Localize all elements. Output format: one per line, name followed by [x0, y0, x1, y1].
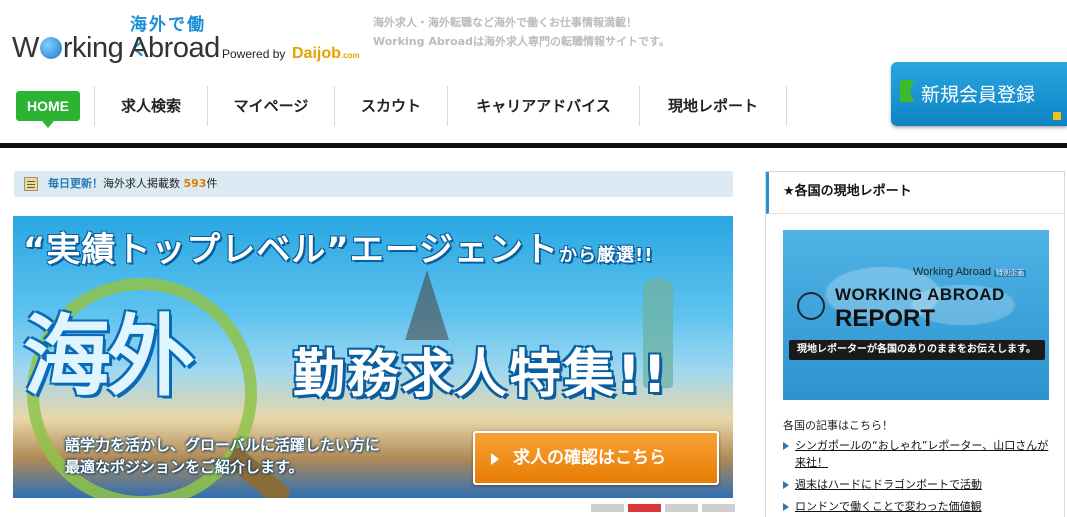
nav-career-advice[interactable]: キャリアアドバイス — [448, 86, 640, 126]
bullet-arrow-icon — [783, 481, 789, 489]
banner-headline: “実績トップレベル”エージェントから厳選!! — [23, 222, 653, 271]
banner-desc-line-2: 最適なポジションをご紹介します。 — [65, 458, 304, 476]
local-report-heading: ★各国の現地レポート — [766, 172, 1064, 214]
daijob-logo[interactable]: Daijob.com — [292, 45, 360, 63]
article-item: シンガポールの“おしゃれ”レポーター、山口さんが来社！ — [783, 437, 1053, 471]
local-report-panel: ★各国の現地レポート Working Abroad 特別企画 WORKING A… — [765, 171, 1065, 517]
signup-label: 新規会員登録 — [921, 84, 1036, 106]
tagline-line-1: 海外求人・海外転職など海外で働くお仕事情報満載！ — [373, 16, 637, 29]
report-brand: Working Abroad 特別企画 — [913, 266, 1027, 278]
bullet-arrow-icon — [783, 442, 789, 450]
article-item: 週末はハードにドラゴンボートで活動 — [783, 476, 1053, 493]
tagline-line-2: Working Abroadは海外求人専門の転職情報サイトです。 — [373, 35, 670, 48]
view-jobs-label: 求人の確認はこちら — [513, 448, 666, 468]
article-link-dragon-boat[interactable]: 週末はハードにドラゴンボートで活動 — [795, 478, 982, 491]
article-link-singapore[interactable]: シンガポールの“おしゃれ”レポーター、山口さんが来社！ — [795, 439, 1048, 469]
article-list: シンガポールの“おしゃれ”レポーター、山口さんが来社！ 週末はハードにドラゴンボ… — [783, 437, 1053, 517]
banner-headline-main: “実績トップレベル”エージェント — [23, 230, 560, 270]
globe-icon — [39, 37, 62, 59]
nav-home[interactable]: HOME — [16, 91, 80, 128]
banner-description: 語学力を活かし、グローバルに活躍したい方に 最適なポジションをご紹介します。 — [65, 434, 380, 478]
globe-chat-icon — [797, 292, 825, 320]
daily-update-label: 毎日更新！ — [48, 177, 103, 190]
banner-subheadline: 勤務求人特集!! — [293, 345, 669, 405]
bullet-arrow-icon — [783, 503, 789, 511]
carousel-dot-4[interactable] — [702, 504, 735, 512]
carousel-dot-3[interactable] — [665, 504, 698, 512]
nav-local-report[interactable]: 現地レポート — [640, 86, 787, 126]
job-count-label: 海外求人掲載数 — [103, 177, 180, 190]
report-banner[interactable]: Working Abroad 特別企画 WORKING ABROAD REPOR… — [783, 230, 1049, 400]
job-count-unit: 件 — [206, 177, 218, 190]
view-jobs-button[interactable]: 求人の確認はこちら — [473, 431, 719, 485]
report-caption: 現地レポーターが各国のありのままをお伝えします。 — [789, 340, 1045, 360]
powered-by-text: Powered by — [222, 47, 286, 61]
report-brand-tag: 特別企画 — [994, 270, 1027, 277]
job-count-value: 593 — [183, 177, 207, 190]
report-title-line-1: WORKING ABROAD — [835, 285, 1005, 304]
banner-hero-text: 海外 — [23, 305, 195, 408]
carousel-dot-1[interactable] — [591, 504, 624, 512]
nav-scout[interactable]: スカウト — [335, 86, 448, 126]
nav-mypage[interactable]: マイページ — [208, 86, 335, 126]
carousel-dot-2[interactable] — [628, 504, 661, 512]
site-tagline: 海外求人・海外転職など海外で働くお仕事情報満載！ Working Abroadは… — [373, 13, 670, 51]
notepad-icon — [24, 177, 38, 191]
header-divider — [0, 143, 1067, 148]
daijob-suffix: .com — [340, 51, 360, 60]
article-item: ロンドンで働くことで変わった価値観 — [783, 498, 1053, 515]
report-title-line-2: REPORT — [835, 305, 936, 332]
article-link-london[interactable]: ロンドンで働くことで変わった価値観 — [795, 500, 982, 513]
play-arrow-icon — [491, 453, 499, 465]
corner-tab-icon — [1053, 112, 1061, 120]
signup-button[interactable]: 新規会員登録 — [891, 62, 1067, 126]
banner-headline-small: から厳選!! — [559, 245, 654, 266]
job-count-bar: 毎日更新！海外求人掲載数 593件 — [14, 171, 733, 197]
flag-icon — [900, 80, 914, 102]
hero-banner[interactable]: “実績トップレベル”エージェントから厳選!! 海外 勤務求人特集!! 語学力を活… — [13, 216, 733, 498]
main-nav: HOME 求人検索 マイページ スカウト キャリアアドバイス 現地レポート — [0, 86, 800, 128]
nav-job-search[interactable]: 求人検索 — [95, 86, 208, 126]
logo-text-rest: rking Abroad — [62, 32, 220, 64]
site-logo[interactable]: 海外で働く Wrking Abroad — [12, 10, 222, 70]
daijob-name: Daijob — [292, 45, 341, 62]
banner-desc-line-1: 語学力を活かし、グローバルに活躍したい方に — [65, 436, 380, 454]
report-brand-name: Working Abroad — [913, 266, 992, 278]
eiffel-tower-image — [405, 270, 449, 340]
logo-letter-w: W — [12, 32, 39, 64]
articles-intro: 各国の記事はこちら！ — [783, 419, 893, 432]
logo-wordmark: Wrking Abroad — [12, 32, 220, 65]
